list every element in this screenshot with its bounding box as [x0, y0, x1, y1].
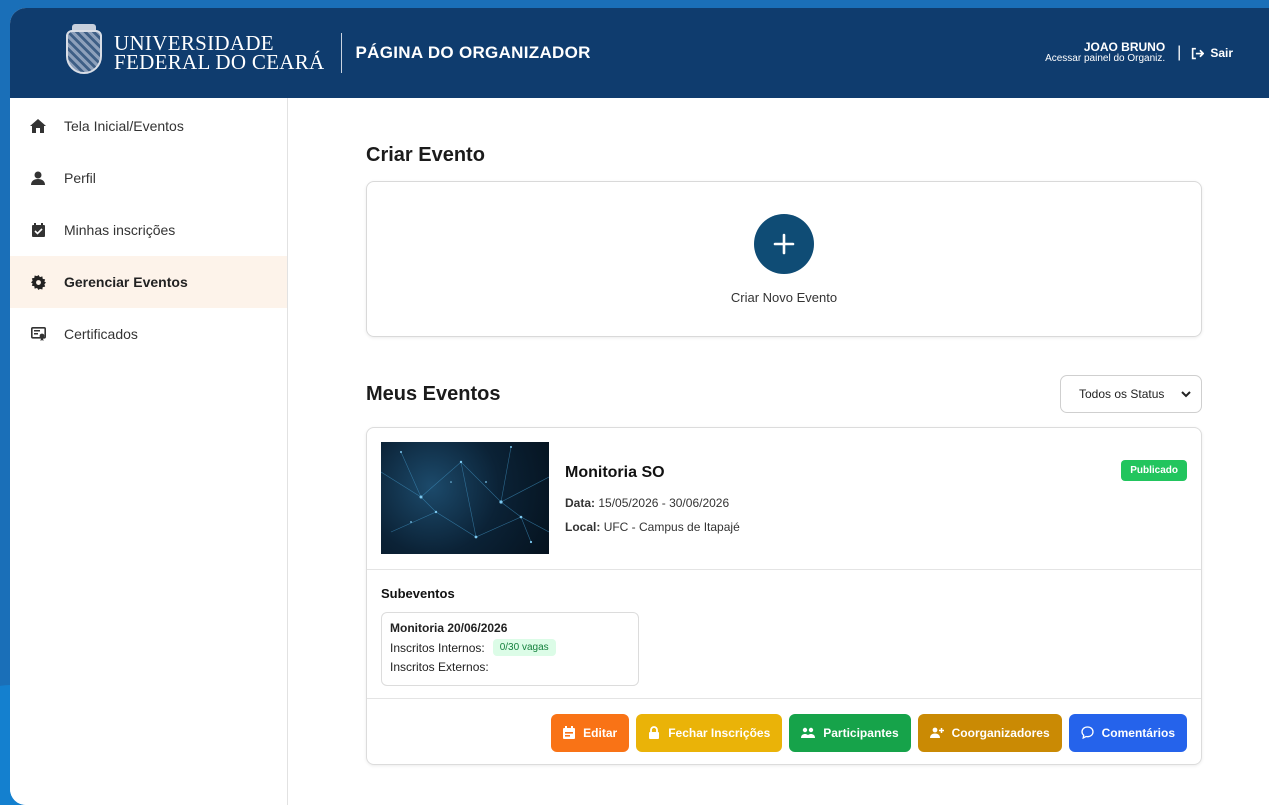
- create-event-label: Criar Novo Evento: [730, 289, 838, 305]
- subevent-internal-row: Inscritos Internos: 0/30 vagas: [390, 639, 630, 656]
- sidebar-item-manage-events[interactable]: Gerenciar Eventos: [10, 256, 287, 308]
- sidebar-item-label: Tela Inicial/Eventos: [64, 118, 184, 134]
- participants-button[interactable]: Participantes: [789, 713, 911, 752]
- vacancies-badge: 0/30 vagas: [492, 639, 556, 656]
- user-plus-icon: [929, 727, 944, 738]
- event-title: Monitoria SO: [565, 464, 665, 481]
- create-event-card[interactable]: Criar Novo Evento: [366, 181, 1202, 337]
- lock-icon: [649, 726, 660, 739]
- event-location-label: Local:: [565, 520, 601, 534]
- external-registrations-label: Inscritos Externos:: [390, 660, 489, 674]
- coorganizers-label: Coorganizadores: [951, 725, 1050, 740]
- edit-button[interactable]: Editar: [551, 713, 630, 752]
- status-filter-select[interactable]: Todos os Status: [1060, 375, 1202, 413]
- page-title: PÁGINA DO ORGANIZADOR: [355, 43, 591, 62]
- coorganizers-button[interactable]: Coorganizadores: [917, 713, 1062, 752]
- plus-icon: [773, 233, 795, 254]
- event-date-label: Data:: [565, 496, 596, 510]
- event-summary: Monitoria SO Publicado Data: 15/05/2026 …: [367, 428, 1201, 570]
- user-icon: [30, 170, 46, 186]
- user-name: JOAO BRUNO: [1083, 40, 1166, 54]
- certificate-icon: [30, 326, 46, 342]
- status-filter-value: Todos os Status: [1079, 387, 1165, 401]
- subevent-external-row: Inscritos Externos:: [390, 660, 630, 674]
- comments-label: Comentários: [1101, 725, 1175, 740]
- top-header: UNIVERSIDADE FEDERAL DO CEARÁ PÁGINA DO …: [10, 8, 1269, 98]
- calendar-check-icon: [30, 222, 46, 238]
- event-location-value: UFC - Campus de Itapajé: [603, 520, 740, 534]
- my-events-heading: Meus Eventos: [366, 382, 501, 405]
- close-registrations-label: Fechar Inscrições: [668, 725, 771, 740]
- create-event-button[interactable]: [754, 213, 814, 274]
- sidebar-item-label: Certificados: [64, 326, 138, 342]
- logout-button[interactable]: Sair: [1191, 46, 1233, 60]
- main-content: Criar Evento Criar Novo Evento Meus Even…: [366, 98, 1202, 765]
- events-header: Meus Eventos Todos os Status: [366, 375, 1202, 413]
- university-crest-icon: [62, 24, 106, 82]
- participants-label: Participantes: [823, 725, 899, 740]
- sidebar-item-registrations[interactable]: Minhas inscrições: [10, 204, 287, 256]
- sidebar-item-home[interactable]: Tela Inicial/Eventos: [10, 100, 287, 152]
- user-info[interactable]: JOAO BRUNO Acessar painel do Organiz.: [1045, 40, 1166, 64]
- home-icon: [30, 118, 46, 134]
- logout-icon: [1192, 47, 1205, 59]
- sidebar-item-label: Minhas inscrições: [64, 222, 176, 238]
- gear-icon: [30, 274, 46, 290]
- close-registrations-button[interactable]: Fechar Inscrições: [636, 713, 783, 752]
- event-date: Data: 15/05/2026 - 30/06/2026: [565, 496, 729, 510]
- sidebar-item-certificates[interactable]: Certificados: [10, 308, 287, 360]
- app-window: UNIVERSIDADE FEDERAL DO CEARÁ PÁGINA DO …: [10, 8, 1269, 805]
- calendar-edit-icon: [563, 726, 576, 739]
- chat-bubble-icon: [1080, 726, 1094, 739]
- sidebar-item-profile[interactable]: Perfil: [10, 152, 287, 204]
- header-separator: |: [1177, 44, 1182, 61]
- logout-label: Sair: [1210, 46, 1233, 60]
- university-logo-text: UNIVERSIDADE FEDERAL DO CEARÁ: [114, 33, 325, 74]
- chevron-down-icon: [1181, 390, 1191, 397]
- event-location: Local: UFC - Campus de Itapajé: [565, 520, 740, 534]
- status-badge: Publicado: [1121, 460, 1187, 481]
- event-actions: Editar Fechar Inscrições Participantes C…: [367, 698, 1201, 766]
- subevent-name: Monitoria 20/06/2026: [390, 621, 508, 635]
- sidebar-item-label: Gerenciar Eventos: [64, 274, 188, 290]
- edit-label: Editar: [583, 725, 618, 740]
- sidebar: Tela Inicial/Eventos Perfil Minhas inscr…: [10, 98, 288, 805]
- subevent-card: Monitoria 20/06/2026 Inscritos Internos:…: [381, 612, 639, 686]
- comments-button[interactable]: Comentários: [1068, 713, 1187, 752]
- event-thumbnail: [381, 442, 549, 554]
- header-divider: [340, 33, 342, 73]
- internal-registrations-label: Inscritos Internos:: [390, 640, 485, 655]
- event-date-value: 15/05/2026 - 30/06/2026: [598, 496, 730, 510]
- user-panel-link[interactable]: Acessar painel do Organiz.: [1045, 53, 1165, 64]
- subevents-heading: Subeventos: [381, 586, 455, 601]
- university-line2: FEDERAL DO CEARÁ: [114, 50, 325, 74]
- users-icon: [801, 727, 816, 738]
- create-event-heading: Criar Evento: [366, 144, 485, 166]
- event-card: Monitoria SO Publicado Data: 15/05/2026 …: [366, 427, 1202, 765]
- sidebar-item-label: Perfil: [64, 170, 96, 186]
